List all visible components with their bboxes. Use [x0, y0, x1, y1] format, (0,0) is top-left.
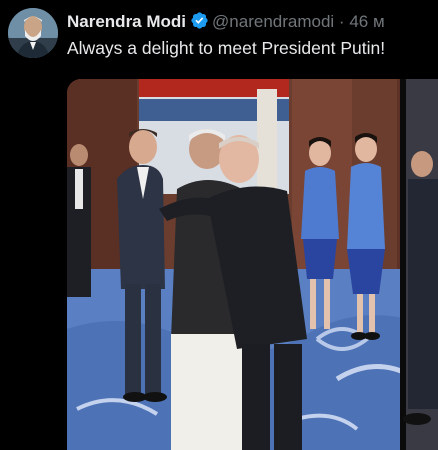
- tweet-header: Narendra Modi @narendramodi · 46 м: [67, 11, 438, 33]
- author-handle[interactable]: @narendramodi: [212, 12, 334, 31]
- verified-badge-icon: [190, 11, 209, 33]
- separator-dot: ·: [338, 12, 345, 31]
- tweet-text: Always a delight to meet President Putin…: [67, 38, 386, 58]
- tweet-timestamp[interactable]: 46 м: [349, 12, 384, 31]
- tweet-photo[interactable]: [67, 79, 438, 450]
- tweet-card[interactable]: Narendra Modi @narendramodi · 46 м Always…: [0, 0, 438, 450]
- profile-avatar[interactable]: [8, 8, 58, 58]
- author-name[interactable]: Narendra Modi: [67, 12, 186, 31]
